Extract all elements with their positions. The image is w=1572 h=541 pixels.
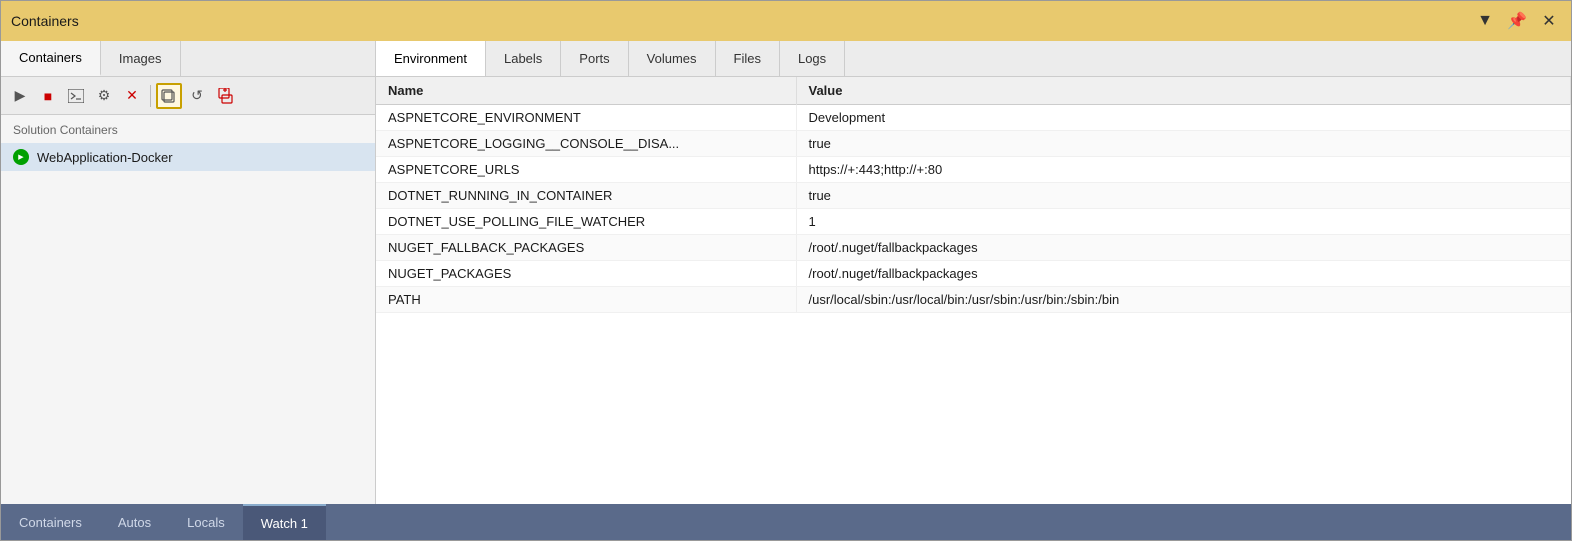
- table-row[interactable]: NUGET_PACKAGES/root/.nuget/fallbackpacka…: [376, 261, 1571, 287]
- title-bar: Containers ▼ 📌 ✕: [1, 1, 1571, 41]
- bottom-tab-watch1[interactable]: Watch 1: [243, 504, 326, 540]
- tab-images[interactable]: Images: [101, 41, 181, 76]
- table-row[interactable]: DOTNET_RUNNING_IN_CONTAINERtrue: [376, 183, 1571, 209]
- tab-logs[interactable]: Logs: [780, 41, 845, 76]
- env-value-cell: true: [796, 183, 1571, 209]
- left-panel: Containers Images ▶ ■ ⚙ ✕: [1, 41, 376, 504]
- main-content: Containers Images ▶ ■ ⚙ ✕: [1, 41, 1571, 504]
- env-table-container: Name Value ASPNETCORE_ENVIRONMENTDevelop…: [376, 77, 1571, 504]
- env-value-cell: /usr/local/sbin:/usr/local/bin:/usr/sbin…: [796, 287, 1571, 313]
- env-table: Name Value ASPNETCORE_ENVIRONMENTDevelop…: [376, 77, 1571, 313]
- bottom-tab-locals[interactable]: Locals: [169, 504, 243, 540]
- tab-ports[interactable]: Ports: [561, 41, 628, 76]
- container-item[interactable]: WebApplication-Docker: [1, 143, 375, 171]
- title-bar-controls: ▼ 📌 ✕: [1473, 9, 1561, 33]
- close-button[interactable]: ✕: [1537, 9, 1561, 33]
- settings-button[interactable]: ⚙: [91, 83, 117, 109]
- left-tab-bar: Containers Images: [1, 41, 375, 77]
- table-row[interactable]: ASPNETCORE_ENVIRONMENTDevelopment: [376, 105, 1571, 131]
- table-row[interactable]: ASPNETCORE_URLShttps://+:443;http://+:80: [376, 157, 1571, 183]
- env-name-cell: NUGET_PACKAGES: [376, 261, 796, 287]
- delete-button[interactable]: ✕: [119, 83, 145, 109]
- table-row[interactable]: NUGET_FALLBACK_PACKAGES/root/.nuget/fall…: [376, 235, 1571, 261]
- section-header: Solution Containers: [1, 115, 375, 141]
- stop-button[interactable]: ■: [35, 83, 61, 109]
- col-header-name: Name: [376, 77, 796, 105]
- running-indicator: [13, 149, 29, 165]
- env-name-cell: DOTNET_RUNNING_IN_CONTAINER: [376, 183, 796, 209]
- right-panel: Environment Labels Ports Volumes Files L…: [376, 41, 1571, 504]
- main-window: Containers ▼ 📌 ✕ Containers Images ▶ ■: [0, 0, 1572, 541]
- env-value-cell: /root/.nuget/fallbackpackages: [796, 261, 1571, 287]
- tab-containers[interactable]: Containers: [1, 41, 101, 76]
- env-value-cell: true: [796, 131, 1571, 157]
- bottom-tab-bar: Containers Autos Locals Watch 1: [1, 504, 1571, 540]
- tab-labels[interactable]: Labels: [486, 41, 561, 76]
- container-list: WebApplication-Docker: [1, 141, 375, 504]
- window-title: Containers: [11, 13, 79, 29]
- refresh-button[interactable]: ↺: [184, 83, 210, 109]
- env-name-cell: ASPNETCORE_LOGGING__CONSOLE__DISA...: [376, 131, 796, 157]
- tab-files[interactable]: Files: [716, 41, 780, 76]
- play-button[interactable]: ▶: [7, 83, 33, 109]
- terminal-button[interactable]: [63, 83, 89, 109]
- env-name-cell: ASPNETCORE_URLS: [376, 157, 796, 183]
- env-name-cell: NUGET_FALLBACK_PACKAGES: [376, 235, 796, 261]
- tab-volumes[interactable]: Volumes: [629, 41, 716, 76]
- pin-button[interactable]: 📌: [1505, 9, 1529, 33]
- env-name-cell: DOTNET_USE_POLLING_FILE_WATCHER: [376, 209, 796, 235]
- toolbar: ▶ ■ ⚙ ✕ ↺: [1, 77, 375, 115]
- right-tab-bar: Environment Labels Ports Volumes Files L…: [376, 41, 1571, 77]
- copy-files-button[interactable]: [156, 83, 182, 109]
- separator-1: [150, 85, 151, 107]
- table-row[interactable]: DOTNET_USE_POLLING_FILE_WATCHER1: [376, 209, 1571, 235]
- table-header-row: Name Value: [376, 77, 1571, 105]
- container-name: WebApplication-Docker: [37, 150, 173, 165]
- env-value-cell: https://+:443;http://+:80: [796, 157, 1571, 183]
- tab-environment[interactable]: Environment: [376, 41, 486, 76]
- env-name-cell: ASPNETCORE_ENVIRONMENT: [376, 105, 796, 131]
- env-name-cell: PATH: [376, 287, 796, 313]
- bottom-tab-autos[interactable]: Autos: [100, 504, 169, 540]
- env-value-cell: /root/.nuget/fallbackpackages: [796, 235, 1571, 261]
- prune-button[interactable]: [212, 83, 238, 109]
- env-value-cell: Development: [796, 105, 1571, 131]
- env-value-cell: 1: [796, 209, 1571, 235]
- dropdown-button[interactable]: ▼: [1473, 9, 1497, 33]
- table-row[interactable]: PATH/usr/local/sbin:/usr/local/bin:/usr/…: [376, 287, 1571, 313]
- bottom-tab-containers[interactable]: Containers: [1, 504, 100, 540]
- col-header-value: Value: [796, 77, 1571, 105]
- table-row[interactable]: ASPNETCORE_LOGGING__CONSOLE__DISA...true: [376, 131, 1571, 157]
